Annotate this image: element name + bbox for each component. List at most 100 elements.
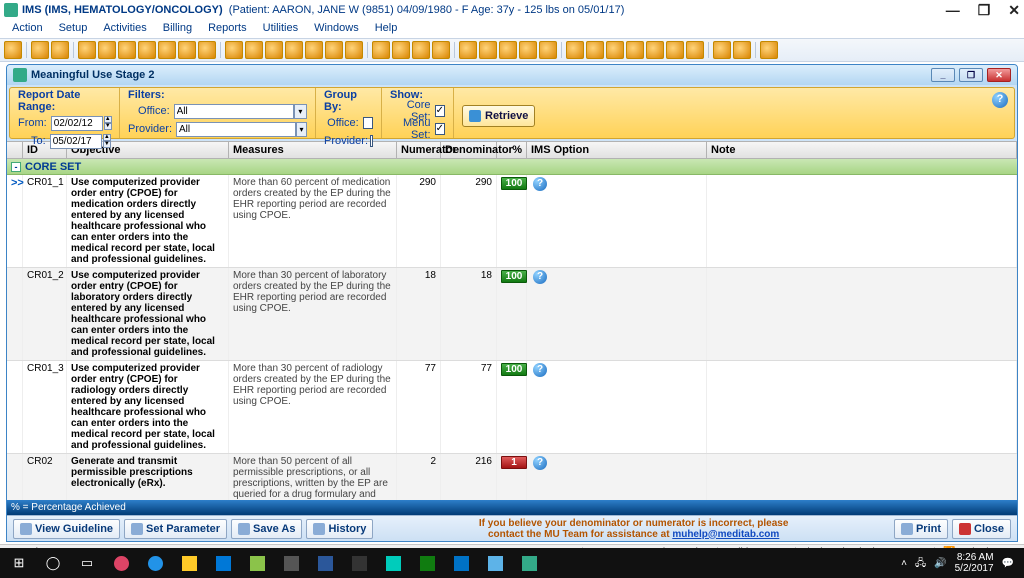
toolbar-button[interactable]	[499, 41, 517, 59]
toolbar-button[interactable]	[566, 41, 584, 59]
menu-help[interactable]: Help	[367, 20, 406, 38]
toolbar-button[interactable]	[265, 41, 283, 59]
toolbar-button[interactable]	[646, 41, 664, 59]
toolbar-button[interactable]	[412, 41, 430, 59]
menu-windows[interactable]: Windows	[306, 20, 367, 38]
toolbar-button[interactable]	[245, 41, 263, 59]
toolbar-button[interactable]	[713, 41, 731, 59]
tray-notification-icon[interactable]: 💬	[1002, 558, 1014, 569]
toolbar-button[interactable]	[760, 41, 778, 59]
retrieve-button[interactable]: Retrieve	[462, 105, 535, 127]
col-numerator[interactable]: Numerator	[397, 142, 441, 158]
toolbar-button[interactable]	[606, 41, 624, 59]
start-button[interactable]: ⊞	[4, 551, 34, 575]
taskbar-app[interactable]	[446, 551, 476, 575]
taskbar-app[interactable]	[310, 551, 340, 575]
toolbar-button[interactable]	[138, 41, 156, 59]
taskbar-app[interactable]	[480, 551, 510, 575]
to-date-spinner[interactable]: ▲▼	[103, 134, 111, 148]
provider-filter-input[interactable]	[176, 122, 296, 137]
provider-dropdown-icon[interactable]: ▾	[296, 122, 307, 137]
help-icon[interactable]: ?	[533, 456, 547, 470]
child-maximize-icon[interactable]: ❐	[959, 68, 983, 82]
table-row[interactable]: CR01_2Use computerized provider order en…	[7, 268, 1017, 361]
tray-volume-icon[interactable]: 🔊	[934, 558, 946, 569]
taskbar-app[interactable]	[378, 551, 408, 575]
help-icon[interactable]: ?	[533, 363, 547, 377]
toolbar-button[interactable]	[432, 41, 450, 59]
taskbar-app[interactable]	[344, 551, 374, 575]
task-view-icon[interactable]: ▭	[72, 551, 102, 575]
from-date-input[interactable]	[51, 116, 103, 131]
table-row[interactable]: >>CR01_1Use computerized provider order …	[7, 175, 1017, 268]
menu-activities[interactable]: Activities	[95, 20, 154, 38]
menu-utilities[interactable]: Utilities	[255, 20, 306, 38]
close-button[interactable]: Close	[952, 519, 1011, 539]
toolbar-button[interactable]	[586, 41, 604, 59]
taskbar-app[interactable]	[174, 551, 204, 575]
col-denominator[interactable]: Denominator	[441, 142, 497, 158]
set-parameter-button[interactable]: Set Parameter	[124, 519, 227, 539]
toolbar-button[interactable]	[4, 41, 22, 59]
toolbar-button[interactable]	[285, 41, 303, 59]
toolbar-button[interactable]	[31, 41, 49, 59]
menu-setup[interactable]: Setup	[51, 20, 96, 38]
child-minimize-icon[interactable]: _	[931, 68, 955, 82]
coreset-collapse-icon[interactable]: -	[11, 162, 21, 172]
table-row[interactable]: CR01_3Use computerized provider order en…	[7, 361, 1017, 454]
print-button[interactable]: Print	[894, 519, 948, 539]
col-note[interactable]: Note	[707, 142, 1017, 158]
group-provider-checkbox[interactable]	[370, 135, 373, 147]
menu-reports[interactable]: Reports	[200, 20, 255, 38]
office-dropdown-icon[interactable]: ▾	[294, 104, 307, 119]
help-icon[interactable]: ?	[533, 270, 547, 284]
toolbar-button[interactable]	[325, 41, 343, 59]
toolbar-button[interactable]	[459, 41, 477, 59]
toolbar-button[interactable]	[479, 41, 497, 59]
child-close-icon[interactable]: ✕	[987, 68, 1011, 82]
help-icon[interactable]: ?	[992, 92, 1008, 108]
toolbar-button[interactable]	[178, 41, 196, 59]
coreset-checkbox[interactable]: ✓	[435, 105, 445, 117]
taskbar-app[interactable]	[276, 551, 306, 575]
window-close-icon[interactable]: ✕	[1008, 2, 1020, 19]
office-filter-input[interactable]	[174, 104, 294, 119]
toolbar-button[interactable]	[158, 41, 176, 59]
coreset-group-header[interactable]: -CORE SET	[7, 159, 1017, 175]
save-as-button[interactable]: Save As	[231, 519, 302, 539]
toolbar-button[interactable]	[519, 41, 537, 59]
table-row[interactable]: CR02Generate and transmit permissible pr…	[7, 454, 1017, 500]
taskbar-app[interactable]	[412, 551, 442, 575]
toolbar-button[interactable]	[392, 41, 410, 59]
taskbar-app[interactable]	[242, 551, 272, 575]
tray-network-icon[interactable]: 🖧	[915, 558, 926, 569]
system-tray[interactable]: ˄ 🖧 🔊 8:26 AM 5/2/2017 💬	[901, 552, 1020, 574]
mu-help-email[interactable]: muhelp@meditab.com	[672, 529, 779, 540]
toolbar-button[interactable]	[686, 41, 704, 59]
grid-body[interactable]: >>CR01_1Use computerized provider order …	[7, 175, 1017, 500]
menu-billing[interactable]: Billing	[155, 20, 200, 38]
taskbar-app[interactable]	[514, 551, 544, 575]
group-office-checkbox[interactable]	[363, 117, 373, 129]
taskbar-app[interactable]	[140, 551, 170, 575]
toolbar-button[interactable]	[225, 41, 243, 59]
col-ims-option[interactable]: IMS Option	[527, 142, 707, 158]
from-date-spinner[interactable]: ▲▼	[104, 116, 112, 130]
window-restore-icon[interactable]: ❐	[978, 2, 991, 19]
col-percent[interactable]: %	[497, 142, 527, 158]
window-minimize-icon[interactable]: —	[946, 2, 960, 19]
tray-chevron-up-icon[interactable]: ˄	[901, 558, 907, 569]
toolbar-button[interactable]	[666, 41, 684, 59]
toolbar-button[interactable]	[198, 41, 216, 59]
toolbar-button[interactable]	[98, 41, 116, 59]
to-date-input[interactable]	[50, 134, 102, 149]
help-icon[interactable]: ?	[533, 177, 547, 191]
menu-action[interactable]: Action	[4, 20, 51, 38]
toolbar-button[interactable]	[51, 41, 69, 59]
toolbar-button[interactable]	[78, 41, 96, 59]
taskbar-app[interactable]	[208, 551, 238, 575]
toolbar-button[interactable]	[118, 41, 136, 59]
toolbar-button[interactable]	[305, 41, 323, 59]
cortana-icon[interactable]: ◯	[38, 551, 68, 575]
toolbar-button[interactable]	[733, 41, 751, 59]
